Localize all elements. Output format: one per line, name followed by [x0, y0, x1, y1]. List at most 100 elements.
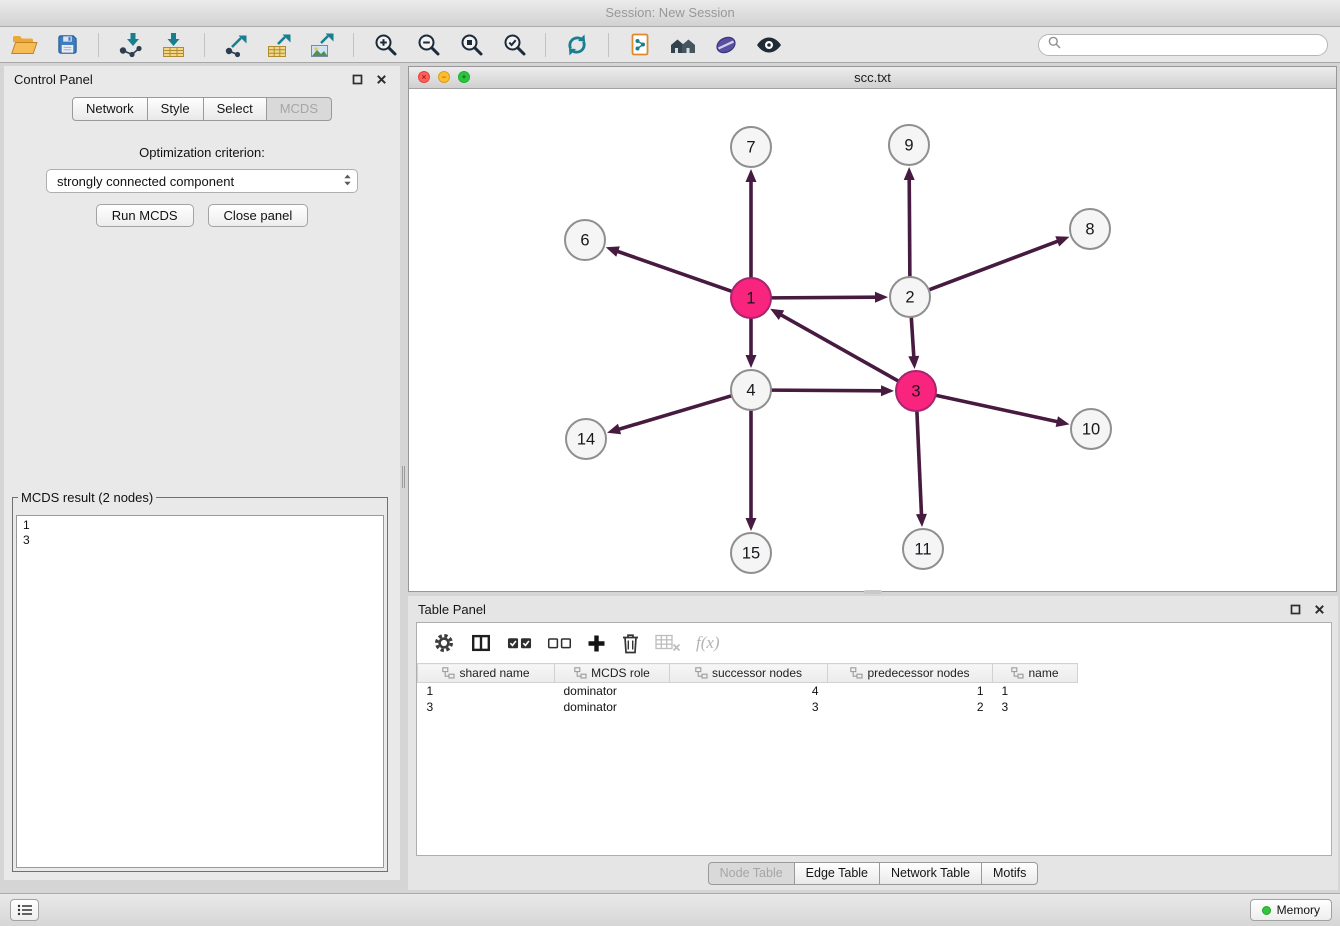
import-table-icon[interactable] — [157, 30, 189, 60]
zoom-in-icon[interactable] — [369, 30, 401, 60]
graph-node-15[interactable]: 15 — [731, 533, 771, 573]
close-table-panel-icon[interactable] — [1311, 601, 1328, 618]
edge-2-8[interactable] — [929, 241, 1059, 290]
apply-layout-icon[interactable] — [561, 30, 593, 60]
edge-arrowhead — [875, 292, 888, 303]
toolbar-separator — [353, 33, 354, 57]
close-panel-button[interactable]: Close panel — [208, 204, 309, 227]
table-tabs: Node TableEdge TableNetwork TableMotifs — [408, 862, 1338, 885]
save-session-icon[interactable] — [51, 30, 83, 60]
graph-node-2[interactable]: 2 — [890, 277, 930, 317]
float-panel-icon[interactable] — [349, 71, 366, 88]
edge-2-3[interactable] — [911, 317, 914, 358]
home-icon[interactable] — [667, 30, 699, 60]
tab-style[interactable]: Style — [147, 97, 204, 121]
svg-text:2: 2 — [905, 289, 914, 307]
export-table-icon[interactable] — [263, 30, 295, 60]
table-cell-filler — [1078, 699, 1332, 715]
zoom-window-button[interactable]: + — [458, 71, 470, 83]
tab-select[interactable]: Select — [203, 97, 267, 121]
graph-node-6[interactable]: 6 — [565, 220, 605, 260]
graph-node-4[interactable]: 4 — [731, 370, 771, 410]
horizontal-splitter-grip[interactable] — [864, 590, 882, 594]
search-input[interactable] — [1066, 38, 1318, 52]
edge-1-6[interactable] — [616, 251, 732, 292]
delete-column-icon[interactable] — [621, 633, 640, 654]
graph-node-14[interactable]: 14 — [566, 419, 606, 459]
optimization-dropdown[interactable]: strongly connected component — [46, 169, 358, 193]
table-cell[interactable]: 3 — [418, 699, 555, 715]
network-canvas[interactable]: 7 9 6 8 1 2 4 3 14 10 15 11 — [409, 89, 1336, 591]
edge-4-14[interactable] — [618, 396, 732, 430]
window-title: Session: New Session — [605, 5, 734, 20]
deselect-all-rows-icon[interactable] — [547, 633, 572, 653]
table-settings-icon[interactable] — [433, 632, 455, 654]
select-all-rows-icon[interactable] — [507, 633, 532, 653]
close-window-button[interactable]: × — [418, 71, 430, 83]
svg-text:10: 10 — [1082, 421, 1100, 439]
column-header-name[interactable]: name — [993, 664, 1078, 683]
column-header-shared-name[interactable]: shared name — [418, 664, 555, 683]
toolbar-separator — [204, 33, 205, 57]
edge-arrowhead — [746, 518, 757, 531]
memory-button[interactable]: Memory — [1250, 899, 1332, 921]
minimize-window-button[interactable]: − — [438, 71, 450, 83]
table-cell[interactable]: 1 — [828, 683, 993, 699]
edge-4-3[interactable] — [771, 390, 883, 391]
show-graphics-details-icon[interactable] — [753, 30, 785, 60]
table-cell[interactable]: dominator — [555, 683, 670, 699]
column-header-successor-nodes[interactable]: successor nodes — [670, 664, 828, 683]
add-column-icon[interactable] — [587, 634, 606, 653]
edge-3-1[interactable] — [780, 314, 899, 381]
graph-node-1[interactable]: 1 — [731, 278, 771, 318]
tab-network[interactable]: Network — [72, 97, 148, 121]
table-cell[interactable]: 2 — [828, 699, 993, 715]
svg-text:9: 9 — [904, 137, 913, 155]
table-tab-motifs[interactable]: Motifs — [981, 862, 1038, 885]
zoom-out-icon[interactable] — [412, 30, 444, 60]
network-view-window: × − + scc.txt 7968124314101511 — [408, 66, 1337, 592]
run-mcds-button[interactable]: Run MCDS — [96, 204, 194, 227]
tab-mcds[interactable]: MCDS — [266, 97, 332, 121]
edge-1-2[interactable] — [771, 297, 877, 298]
mcds-result-list[interactable]: 13 — [16, 515, 384, 868]
open-session-icon[interactable] — [8, 30, 40, 60]
table-tab-node-table[interactable]: Node Table — [708, 862, 795, 885]
export-image-icon[interactable] — [306, 30, 338, 60]
float-table-panel-icon[interactable] — [1287, 601, 1304, 618]
graph-node-3[interactable]: 3 — [896, 371, 936, 411]
column-header-predecessor-nodes[interactable]: predecessor nodes — [828, 664, 993, 683]
table-tab-edge-table[interactable]: Edge Table — [794, 862, 880, 885]
graph-node-11[interactable]: 11 — [903, 529, 943, 569]
svg-text:1: 1 — [746, 290, 755, 308]
table-cell[interactable]: dominator — [555, 699, 670, 715]
search-field[interactable] — [1038, 34, 1328, 56]
graph-node-8[interactable]: 8 — [1070, 209, 1110, 249]
edge-3-10[interactable] — [936, 395, 1059, 422]
table-cell[interactable]: 4 — [670, 683, 828, 699]
graph-node-9[interactable]: 9 — [889, 125, 929, 165]
table-cell[interactable]: 1 — [993, 683, 1078, 699]
zoom-selected-icon[interactable] — [498, 30, 530, 60]
close-panel-icon[interactable] — [373, 71, 390, 88]
mcds-result-item: 1 — [23, 518, 377, 533]
zoom-fit-icon[interactable] — [455, 30, 487, 60]
table-cell[interactable]: 3 — [670, 699, 828, 715]
import-network-icon[interactable] — [114, 30, 146, 60]
panel-splitter[interactable] — [399, 66, 408, 880]
table-row[interactable]: 3dominator323 — [418, 699, 1332, 715]
graph-node-10[interactable]: 10 — [1071, 409, 1111, 449]
column-header-MCDS-role[interactable]: MCDS role — [555, 664, 670, 683]
edge-2-9[interactable] — [909, 178, 910, 277]
table-cell[interactable]: 3 — [993, 699, 1078, 715]
panel-menu-button[interactable] — [10, 899, 39, 921]
badge-icon[interactable] — [710, 30, 742, 60]
table-tab-network-table[interactable]: Network Table — [879, 862, 982, 885]
table-row[interactable]: 1dominator411 — [418, 683, 1332, 699]
table-cell[interactable]: 1 — [418, 683, 555, 699]
export-network-icon[interactable] — [220, 30, 252, 60]
show-columns-icon[interactable] — [470, 632, 492, 654]
clone-network-icon[interactable] — [624, 30, 656, 60]
graph-node-7[interactable]: 7 — [731, 127, 771, 167]
edge-3-11[interactable] — [917, 411, 922, 516]
